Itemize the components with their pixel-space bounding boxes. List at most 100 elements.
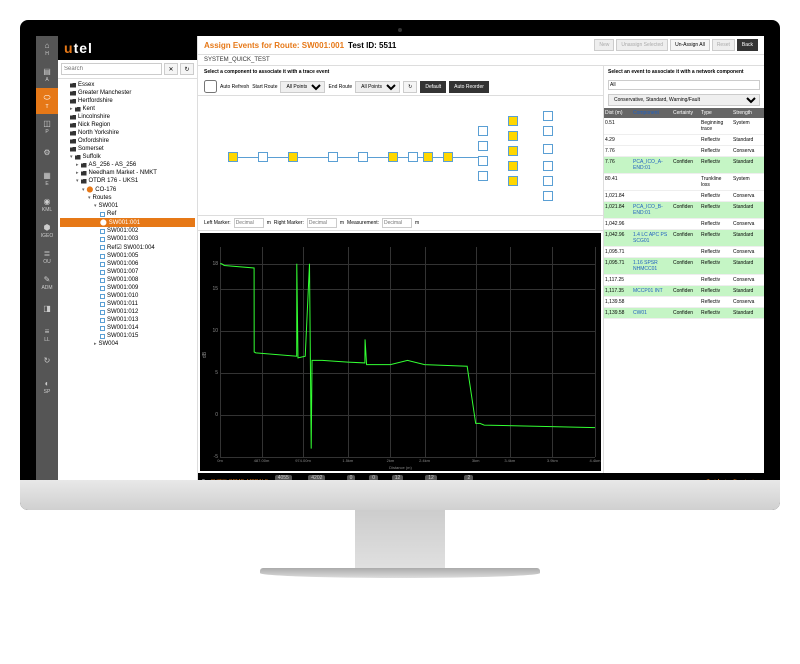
- diagram-node[interactable]: [543, 111, 553, 121]
- tree-item[interactable]: SW001:010: [60, 292, 195, 300]
- tree-item[interactable]: SW001:007: [60, 268, 195, 276]
- event-row[interactable]: 1,042.96ReflectivConserva: [604, 219, 764, 230]
- nav-tree[interactable]: EssexGreater ManchesterHertfordshire▸Ken…: [58, 79, 197, 490]
- diagram-node[interactable]: [508, 161, 518, 171]
- measurement-input[interactable]: [382, 218, 412, 228]
- otdr-chart[interactable]: dB -5051015180m487.00m974.00m1.5km2km2.4…: [200, 233, 601, 471]
- event-row[interactable]: 1,139.58ReflectivConserva: [604, 297, 764, 308]
- leftbar-item-KML[interactable]: ◉KML: [36, 192, 58, 218]
- unassign-selected-button[interactable]: Unassign Selected: [616, 39, 668, 51]
- default-button[interactable]: Default: [420, 81, 446, 93]
- diagram-node[interactable]: [478, 126, 488, 136]
- diagram-node[interactable]: [543, 176, 553, 186]
- leftbar-item-T[interactable]: ⬭T: [36, 88, 58, 114]
- diagram-node[interactable]: [408, 152, 418, 162]
- network-diagram[interactable]: [198, 96, 603, 216]
- event-row[interactable]: 7.76ReflectivConserva: [604, 146, 764, 157]
- tree-item[interactable]: ▸Kent: [60, 105, 195, 113]
- leftbar-item-ADM[interactable]: ✎ADM: [36, 270, 58, 296]
- tree-item[interactable]: SW001:002: [60, 227, 195, 235]
- tree-item[interactable]: North Yorkshire: [60, 129, 195, 137]
- diagram-node[interactable]: [508, 116, 518, 126]
- diagram-node[interactable]: [543, 161, 553, 171]
- leftbar-item-SP[interactable]: ◐SP: [36, 374, 58, 400]
- event-row[interactable]: 7.76PCA_ICO_A-END:01ConfidenReflectivSta…: [604, 157, 764, 174]
- tree-item[interactable]: Greater Manchester: [60, 89, 195, 97]
- diagram-node[interactable]: [358, 152, 368, 162]
- event-row[interactable]: 1,139.58CW01ConfidenReflectivStandard: [604, 308, 764, 319]
- diagram-node[interactable]: [543, 144, 553, 154]
- diagram-node[interactable]: [443, 152, 453, 162]
- diagram-node[interactable]: [478, 156, 488, 166]
- diagram-node[interactable]: [258, 152, 268, 162]
- back-button[interactable]: Back: [737, 39, 758, 51]
- leftbar-item-A[interactable]: ▤A: [36, 62, 58, 88]
- diagram-node[interactable]: [478, 141, 488, 151]
- search-clear-button[interactable]: ✕: [164, 63, 178, 75]
- tree-item[interactable]: ▸Needham Market - NMKT: [60, 169, 195, 177]
- diagram-node[interactable]: [543, 126, 553, 136]
- tree-item[interactable]: ▾SW001: [60, 202, 195, 210]
- event-row[interactable]: 1,117.25ReflectivConserva: [604, 275, 764, 286]
- new-button[interactable]: New: [594, 39, 614, 51]
- leftbar-item-H[interactable]: ⌂H: [36, 36, 58, 62]
- auto-refresh-checkbox[interactable]: [204, 80, 217, 93]
- refresh-button[interactable]: ↻: [403, 81, 417, 93]
- event-row[interactable]: 1,021.84ReflectivConserva: [604, 191, 764, 202]
- diagram-node[interactable]: [228, 152, 238, 162]
- leftbar-item-IGEO[interactable]: ⬢IGEO: [36, 218, 58, 244]
- leftbar-item-↻[interactable]: ↻: [36, 348, 58, 374]
- leftbar-item-⚙[interactable]: ⚙: [36, 140, 58, 166]
- left-marker-input[interactable]: [234, 218, 264, 228]
- leftbar-item-P[interactable]: ◫P: [36, 114, 58, 140]
- tree-item[interactable]: ▾OTDR 176 - UKS1: [60, 177, 195, 185]
- leftbar-item-LL[interactable]: ≡LL: [36, 322, 58, 348]
- event-row[interactable]: 4.29ReflectivStandard: [604, 135, 764, 146]
- unassign-all-button[interactable]: Un-Assign All: [670, 39, 710, 51]
- diagram-node[interactable]: [508, 131, 518, 141]
- leftbar-item-E[interactable]: ▦E: [36, 166, 58, 192]
- diagram-node[interactable]: [543, 191, 553, 201]
- tree-item[interactable]: Hertfordshire: [60, 97, 195, 105]
- auto-reorder-button[interactable]: Auto Reorder: [449, 81, 489, 93]
- tree-item[interactable]: ▾Suffolk: [60, 153, 195, 161]
- tree-item[interactable]: Ref☑ SW001:004: [60, 243, 195, 252]
- tree-item[interactable]: Somerset: [60, 145, 195, 153]
- tree-item[interactable]: SW001:008: [60, 276, 195, 284]
- diagram-node[interactable]: [288, 152, 298, 162]
- tree-item[interactable]: ▸SW004: [60, 340, 195, 348]
- diagram-node[interactable]: [328, 152, 338, 162]
- tree-item[interactable]: SW001:015: [60, 332, 195, 340]
- event-row[interactable]: 1,095.711.16 SPSR NHMCC01ConfidenReflect…: [604, 258, 764, 275]
- event-row[interactable]: 0.51Beginning traceSystem: [604, 118, 764, 135]
- tree-item[interactable]: Oxfordshire: [60, 137, 195, 145]
- tree-item[interactable]: SW001:012: [60, 308, 195, 316]
- diagram-node[interactable]: [508, 176, 518, 186]
- event-row[interactable]: 1,042.961.4 LC APC PS SCG01ConfidenRefle…: [604, 230, 764, 247]
- tree-item[interactable]: SW001:006: [60, 260, 195, 268]
- tree-item[interactable]: Essex: [60, 81, 195, 89]
- event-row[interactable]: 80.41Trunkline lossSystem: [604, 174, 764, 191]
- tree-item[interactable]: SW001:009: [60, 284, 195, 292]
- events-filter-all[interactable]: [608, 80, 760, 90]
- tree-item[interactable]: Ref: [60, 210, 195, 218]
- search-refresh-button[interactable]: ↻: [180, 63, 194, 75]
- leftbar-item-OU[interactable]: ≣OU: [36, 244, 58, 270]
- event-row[interactable]: 1,117.35MCCP01 INTConfidenReflectivStand…: [604, 286, 764, 297]
- search-input[interactable]: [61, 63, 162, 75]
- start-route-select[interactable]: All Points: [280, 81, 325, 93]
- leftbar-item-◨[interactable]: ◨: [36, 296, 58, 322]
- event-row[interactable]: 1,021.84PCA_ICO_B-END:01ConfidenReflecti…: [604, 202, 764, 219]
- end-route-select[interactable]: All Points: [355, 81, 400, 93]
- tree-item[interactable]: Lincolnshire: [60, 113, 195, 121]
- diagram-node[interactable]: [423, 152, 433, 162]
- tree-item[interactable]: ▸AS_256 - AS_256: [60, 161, 195, 169]
- diagram-node[interactable]: [478, 171, 488, 181]
- tree-item[interactable]: SW001:003: [60, 235, 195, 243]
- tree-item[interactable]: ⬤SW001:001: [60, 218, 195, 227]
- event-row[interactable]: 1,095.71ReflectivConserva: [604, 247, 764, 258]
- diagram-node[interactable]: [388, 152, 398, 162]
- events-filter-dropdown[interactable]: Conservative, Standard, Warning/Fault: [608, 94, 760, 106]
- right-marker-input[interactable]: [307, 218, 337, 228]
- tree-item[interactable]: SW001:013: [60, 316, 195, 324]
